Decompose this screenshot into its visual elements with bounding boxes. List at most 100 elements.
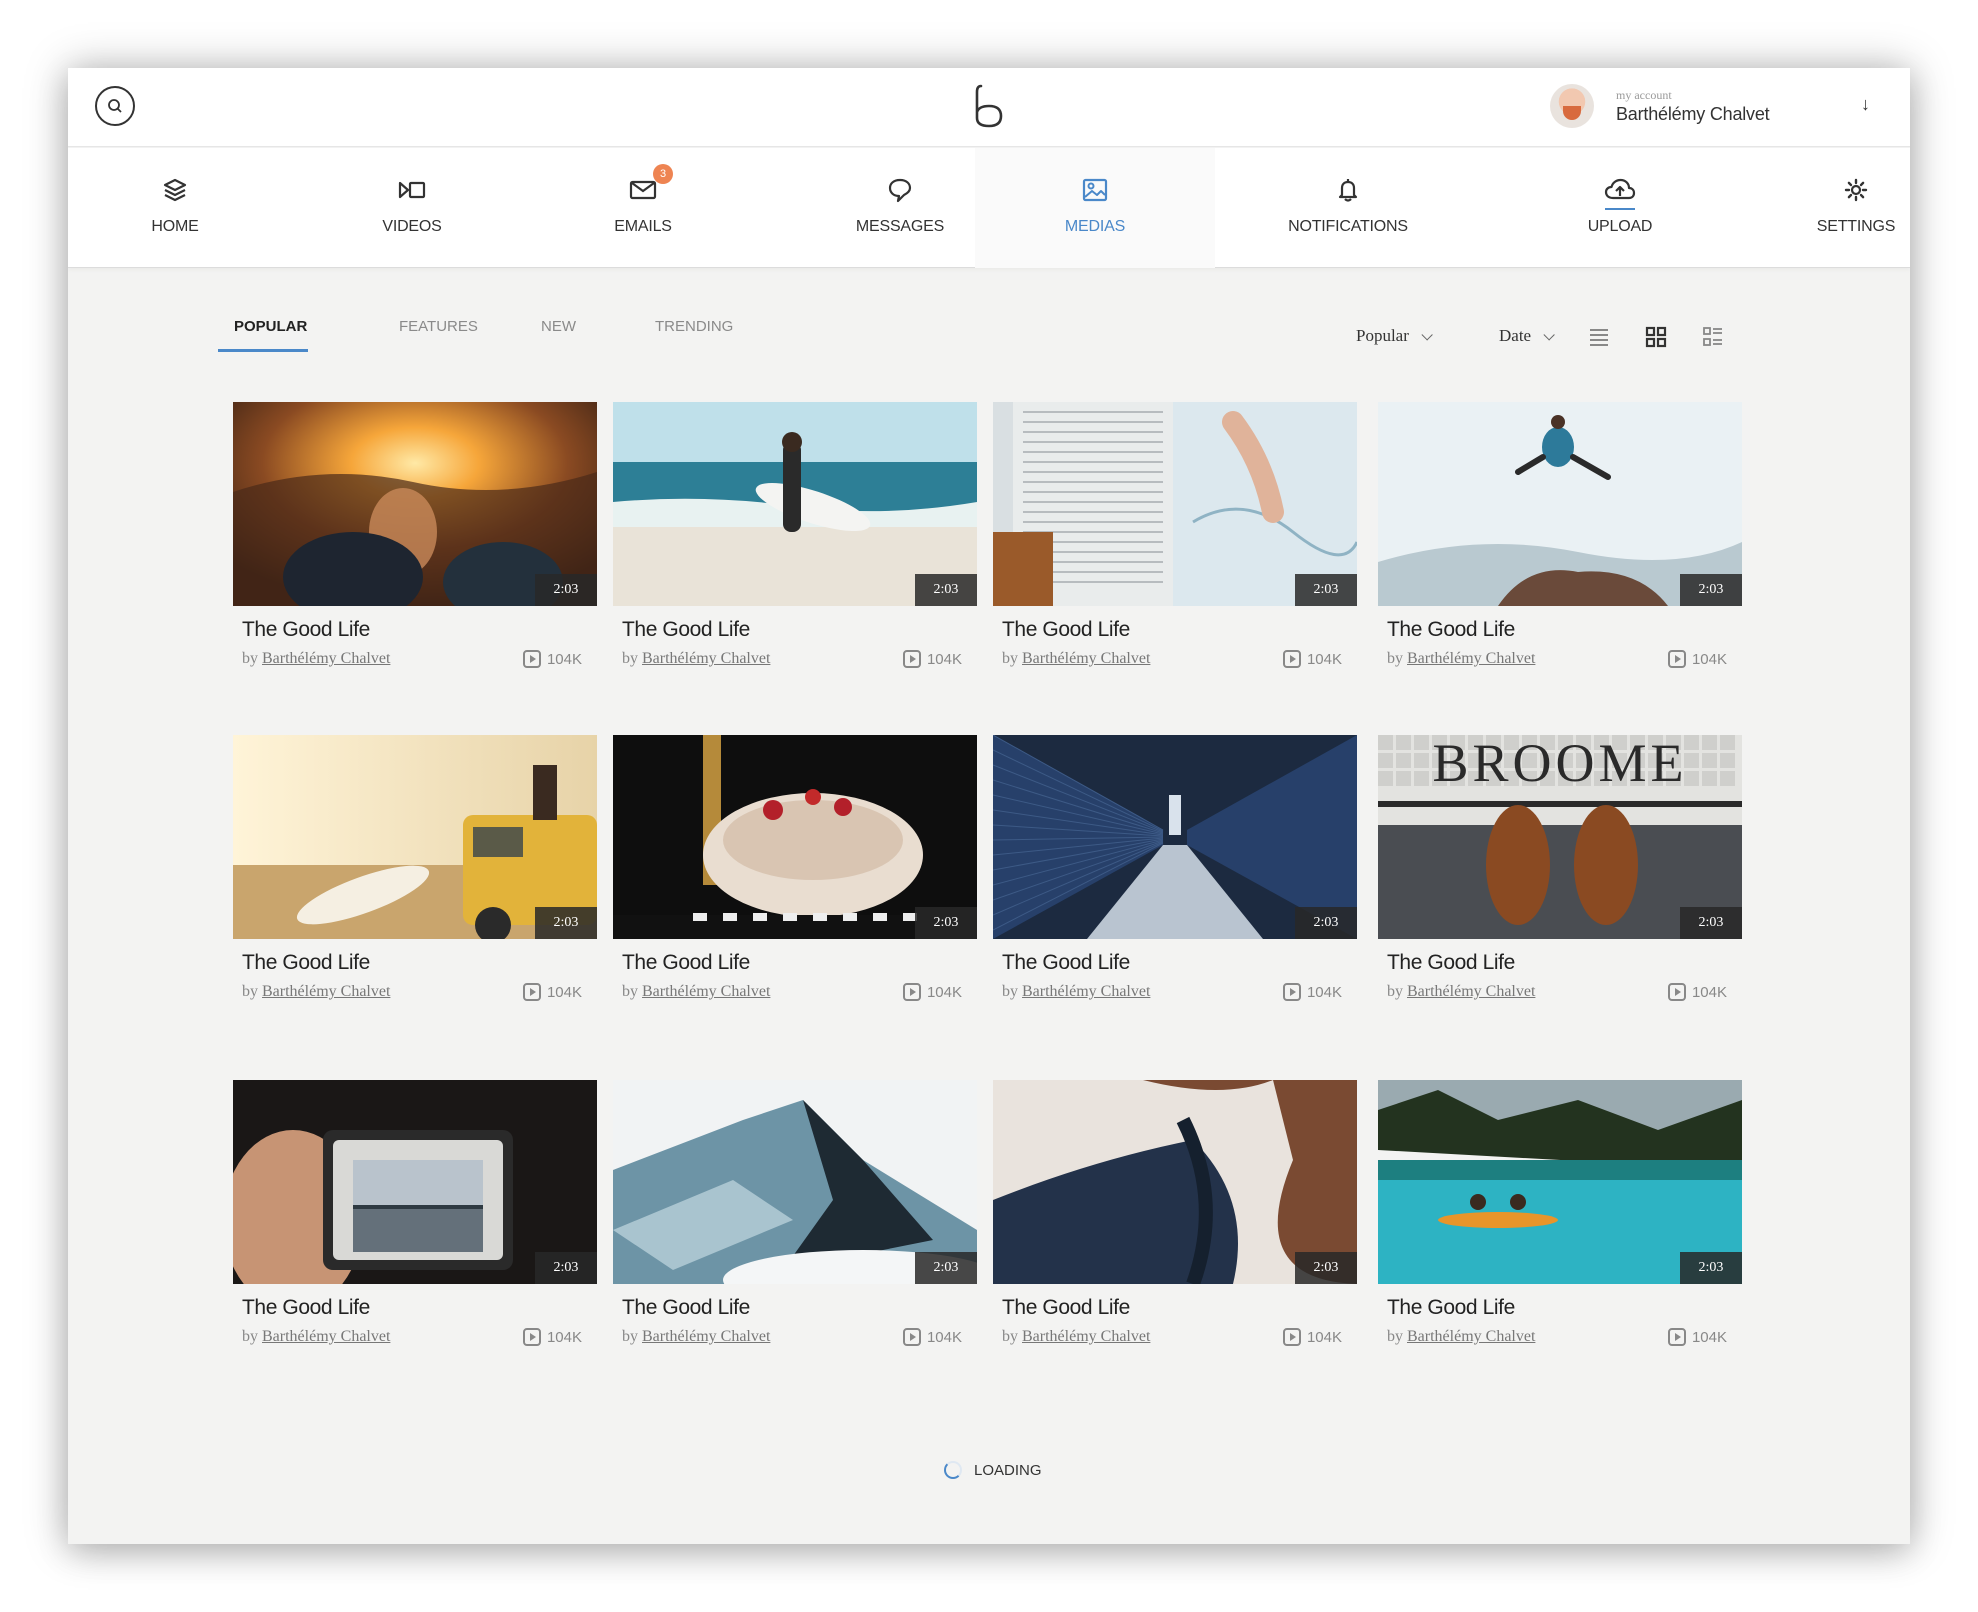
- media-thumbnail[interactable]: BROOME 2:03: [1378, 735, 1742, 939]
- nav-label: NOTIFICATIONS: [1288, 218, 1408, 235]
- media-title[interactable]: The Good Life: [1002, 951, 1130, 975]
- media-title[interactable]: The Good Life: [242, 618, 370, 642]
- nav-item-upload[interactable]: UPLOAD: [1500, 148, 1740, 268]
- author-link[interactable]: Barthélémy Chalvet: [262, 650, 390, 667]
- author-link[interactable]: Barthélémy Chalvet: [642, 650, 770, 667]
- brand-logo[interactable]: [973, 82, 1005, 130]
- media-thumbnail[interactable]: 2:03: [1378, 402, 1742, 606]
- author-link[interactable]: Barthélémy Chalvet: [1407, 1328, 1535, 1345]
- author-link[interactable]: Barthélémy Chalvet: [642, 983, 770, 1000]
- by-label: by: [1002, 650, 1018, 667]
- grid-view-button[interactable]: [1645, 326, 1667, 348]
- media-card[interactable]: 2:03 The Good Life by Barthélémy Chalvet…: [613, 402, 977, 682]
- sort-date-dropdown[interactable]: Date: [1499, 326, 1555, 346]
- media-title[interactable]: The Good Life: [622, 618, 750, 642]
- tab-trending[interactable]: TRENDING: [655, 318, 733, 335]
- media-title[interactable]: The Good Life: [1387, 951, 1515, 975]
- gear-icon: [1844, 176, 1868, 204]
- avatar[interactable]: [1550, 84, 1594, 128]
- media-views: 104K: [902, 1328, 962, 1346]
- media-card[interactable]: BROOME 2:03 The Good Life by Barthélémy …: [1378, 735, 1742, 1015]
- nav-item-emails[interactable]: 3 EMAILS: [532, 148, 754, 268]
- media-thumbnail[interactable]: 2:03: [1378, 1080, 1742, 1284]
- media-title[interactable]: The Good Life: [1002, 1296, 1130, 1320]
- list-icon: [1590, 329, 1608, 346]
- play-icon: [1667, 650, 1686, 668]
- author-link[interactable]: Barthélémy Chalvet: [1022, 983, 1150, 1000]
- media-thumbnail[interactable]: 2:03: [993, 735, 1357, 939]
- media-card[interactable]: 2:03 The Good Life by Barthélémy Chalvet…: [613, 735, 977, 1015]
- media-title[interactable]: The Good Life: [1002, 618, 1130, 642]
- media-views: 104K: [522, 983, 582, 1001]
- media-thumbnail[interactable]: 2:03: [233, 735, 597, 939]
- account-name: Barthélémy Chalvet: [1616, 104, 1770, 124]
- media-title[interactable]: The Good Life: [1387, 1296, 1515, 1320]
- nav-item-videos[interactable]: VIDEOS: [292, 148, 532, 268]
- play-icon: [902, 650, 921, 668]
- author-link[interactable]: Barthélémy Chalvet: [262, 983, 390, 1000]
- main-nav: HOME VIDEOS 3 EMAILS MESSAGES MEDIAS NOT…: [68, 148, 1910, 268]
- by-label: by: [622, 650, 638, 667]
- chevron-down-icon: [1543, 329, 1555, 341]
- author-link[interactable]: Barthélémy Chalvet: [642, 1328, 770, 1345]
- media-card[interactable]: 2:03 The Good Life by Barthélémy Chalvet…: [233, 735, 597, 1015]
- nav-label: HOME: [151, 218, 199, 235]
- nav-item-settings[interactable]: SETTINGS: [1736, 148, 1910, 268]
- media-thumbnail[interactable]: 2:03: [613, 735, 977, 939]
- tab-new[interactable]: NEW: [541, 318, 576, 335]
- media-card[interactable]: 2:03 The Good Life by Barthélémy Chalvet…: [993, 1080, 1357, 1360]
- author-link[interactable]: Barthélémy Chalvet: [262, 1328, 390, 1345]
- nav-label: EMAILS: [614, 218, 672, 235]
- media-card[interactable]: 2:03 The Good Life by Barthélémy Chalvet…: [613, 1080, 977, 1360]
- account-label: my account: [1616, 88, 1672, 102]
- media-thumbnail[interactable]: 2:03: [993, 1080, 1357, 1284]
- media-card[interactable]: 2:03 The Good Life by Barthélémy Chalvet…: [993, 735, 1357, 1015]
- views-count: 104K: [926, 1328, 962, 1346]
- media-title[interactable]: The Good Life: [1387, 618, 1515, 642]
- media-card[interactable]: 2:03 The Good Life by Barthélémy Chalvet…: [1378, 402, 1742, 682]
- author-link[interactable]: Barthélémy Chalvet: [1022, 1328, 1150, 1345]
- media-thumbnail[interactable]: 2:03: [613, 1080, 977, 1284]
- account-menu[interactable]: my account Barthélémy Chalvet ↓: [1550, 84, 1870, 132]
- media-card[interactable]: 2:03 The Good Life by Barthélémy Chalvet…: [1378, 1080, 1742, 1360]
- author-link[interactable]: Barthélémy Chalvet: [1407, 983, 1535, 1000]
- nav-item-notifications[interactable]: NOTIFICATIONS: [1228, 148, 1468, 268]
- nav-label: MEDIAS: [1064, 218, 1126, 235]
- media-author: by Barthélémy Chalvet: [242, 1328, 390, 1346]
- media-card[interactable]: 2:03 The Good Life by Barthélémy Chalvet…: [233, 402, 597, 682]
- media-card[interactable]: 2:03 The Good Life by Barthélémy Chalvet…: [233, 1080, 597, 1360]
- tab-popular[interactable]: POPULAR: [218, 318, 308, 352]
- sort-popular-dropdown[interactable]: Popular: [1356, 326, 1433, 346]
- play-icon: [522, 1328, 541, 1346]
- media-thumbnail[interactable]: 2:03: [233, 402, 597, 606]
- duration-badge: 2:03: [535, 1252, 597, 1284]
- list-view-button[interactable]: [1588, 326, 1610, 348]
- top-bar: my account Barthélémy Chalvet ↓: [68, 68, 1910, 147]
- search-button[interactable]: [95, 86, 135, 126]
- author-link[interactable]: Barthélémy Chalvet: [1407, 650, 1535, 667]
- tab-features[interactable]: FEATURES: [399, 318, 478, 335]
- duration-badge: 2:03: [915, 907, 977, 939]
- media-views: 104K: [1282, 1328, 1342, 1346]
- nav-item-medias[interactable]: MEDIAS: [975, 148, 1215, 268]
- duration-badge: 2:03: [535, 907, 597, 939]
- media-author: by Barthélémy Chalvet: [1387, 983, 1535, 1001]
- detail-list-view-button[interactable]: [1702, 326, 1724, 348]
- arrow-down-icon[interactable]: ↓: [1861, 94, 1870, 115]
- media-card[interactable]: 2:03 The Good Life by Barthélémy Chalvet…: [993, 402, 1357, 682]
- author-link[interactable]: Barthélémy Chalvet: [1022, 650, 1150, 667]
- nav-label: VIDEOS: [382, 218, 442, 235]
- media-views: 104K: [522, 650, 582, 668]
- media-title[interactable]: The Good Life: [622, 951, 750, 975]
- media-title[interactable]: The Good Life: [242, 951, 370, 975]
- media-title[interactable]: The Good Life: [242, 1296, 370, 1320]
- media-title[interactable]: The Good Life: [622, 1296, 750, 1320]
- media-thumbnail[interactable]: 2:03: [993, 402, 1357, 606]
- duration-badge: 2:03: [535, 574, 597, 606]
- duration-badge: 2:03: [1295, 574, 1357, 606]
- media-thumbnail[interactable]: 2:03: [613, 402, 977, 606]
- media-thumbnail[interactable]: 2:03: [233, 1080, 597, 1284]
- sort-date-label: Date: [1499, 326, 1532, 345]
- play-icon: [902, 983, 921, 1001]
- nav-item-home[interactable]: HOME: [68, 148, 282, 268]
